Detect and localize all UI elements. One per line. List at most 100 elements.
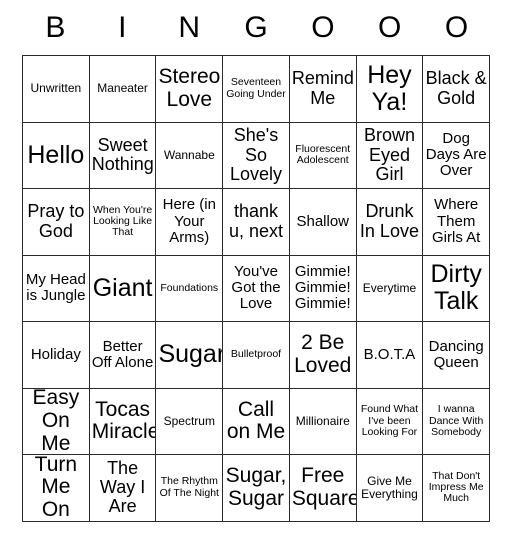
bingo-cell-r2-c6[interactable]: Where Them Girls At bbox=[423, 189, 491, 256]
bingo-cell-r2-c4[interactable]: Shallow bbox=[289, 189, 357, 256]
bingo-cell-r4-c0[interactable]: Holiday bbox=[23, 322, 90, 389]
bingo-cell-label: Spectrum bbox=[163, 413, 215, 428]
bingo-cell-r6-c1[interactable]: The Way I Are bbox=[89, 455, 157, 522]
bingo-cell-r0-c1[interactable]: Maneater bbox=[89, 56, 157, 123]
bingo-cell-r3-c2[interactable]: Foundations bbox=[156, 255, 224, 322]
bingo-cell-label: Gimmie! Gimmie! Gimmie! bbox=[294, 262, 351, 313]
bingo-cell-label: Shallow bbox=[296, 212, 349, 230]
bingo-grid: Unwritten Maneater Stereo Love Seventeen Go… bbox=[22, 55, 491, 522]
bingo-row: Holiday Better Off Alone Sugar Bulletproof 2… bbox=[23, 322, 491, 389]
bingo-cell-label: Where Them Girls At bbox=[432, 196, 481, 246]
bingo-cell-label: Better Off Alone bbox=[91, 337, 154, 371]
bingo-cell-label: Fluorescent Adolescent bbox=[295, 142, 351, 167]
bingo-cell-r3-c6[interactable]: Dirty Talk bbox=[423, 255, 491, 322]
bingo-cell-r4-c3[interactable]: Bulletproof bbox=[223, 322, 290, 389]
bingo-cell-r1-c4[interactable]: Fluorescent Adolescent bbox=[289, 122, 357, 189]
bingo-header-letter-6: O bbox=[444, 10, 469, 44]
bingo-row: Pray to God When You're Looking Like That… bbox=[23, 189, 491, 256]
bingo-cell-r5-c1[interactable]: Tocas Miracle bbox=[89, 388, 157, 455]
bingo-cell-r5-c0[interactable]: Easy On Me bbox=[23, 388, 90, 455]
bingo-cell-label: Pray to God bbox=[27, 201, 85, 241]
bingo-cell-r3-c1[interactable]: Giant bbox=[89, 255, 157, 322]
bingo-cell-label: Sugar bbox=[158, 340, 224, 369]
bingo-card: B I N G O O O Unwritten Maneater Stereo Love Seve… bbox=[22, 0, 491, 522]
bingo-cell-r6-c5[interactable]: Give Me Everything bbox=[356, 455, 424, 522]
bingo-row: Turn Me On The Way I Are The Rhythm Of The… bbox=[23, 455, 491, 522]
bingo-cell-label: I wanna Dance With Somebody bbox=[429, 403, 484, 438]
bingo-cell-label: Dog Days Are Over bbox=[425, 129, 487, 180]
bingo-cell-label: Everytime bbox=[362, 280, 417, 295]
bingo-cell-label: That Don't Impress Me Much bbox=[428, 469, 484, 505]
bingo-cell-r1-c0[interactable]: Hello bbox=[23, 122, 90, 189]
bingo-header-letter-0: B bbox=[45, 10, 66, 44]
bingo-cell-r6-c4[interactable]: Free Square bbox=[289, 455, 357, 522]
bingo-cell-r3-c4[interactable]: Gimmie! Gimmie! Gimmie! bbox=[289, 255, 357, 322]
bingo-cell-r2-c1[interactable]: When You're Looking Like That bbox=[89, 189, 157, 256]
bingo-cell-r6-c0[interactable]: Turn Me On bbox=[23, 455, 90, 522]
bingo-cell-r0-c2[interactable]: Stereo Love bbox=[156, 56, 224, 123]
bingo-cell-r3-c0[interactable]: My Head is Jungle bbox=[23, 255, 90, 322]
bingo-cell-r0-c4[interactable]: Remind Me bbox=[289, 56, 357, 123]
bingo-cell-label: Call on Me bbox=[226, 397, 286, 444]
bingo-cell-r5-c6[interactable]: I wanna Dance With Somebody bbox=[423, 388, 491, 455]
bingo-cell-label: The Rhythm Of The Night bbox=[159, 475, 219, 499]
bingo-cell-r2-c5[interactable]: Drunk In Love bbox=[356, 189, 424, 256]
bingo-cell-label: Sweet Nothing bbox=[91, 134, 154, 175]
bingo-cell-r4-c1[interactable]: Better Off Alone bbox=[89, 322, 157, 389]
bingo-cell-r1-c1[interactable]: Sweet Nothing bbox=[89, 122, 157, 189]
bingo-cell-label: You've Got the Love bbox=[231, 262, 281, 313]
bingo-row: Unwritten Maneater Stereo Love Seventeen Go… bbox=[23, 56, 491, 123]
bingo-cell-r1-c2[interactable]: Wannabe bbox=[156, 122, 224, 189]
bingo-cell-r3-c5[interactable]: Everytime bbox=[356, 255, 424, 322]
bingo-cell-r1-c5[interactable]: Brown Eyed Girl bbox=[356, 122, 424, 189]
bingo-cell-label: Stereo Love bbox=[158, 65, 221, 111]
bingo-cell-label: Found What I've been Looking For bbox=[360, 403, 419, 438]
bingo-row: Hello Sweet Nothing Wannabe She's So Lovely… bbox=[23, 122, 491, 189]
bingo-row: Easy On Me Tocas Miracle Spectrum Call on M… bbox=[23, 388, 491, 455]
bingo-cell-label: Seventeen Going Under bbox=[226, 76, 286, 100]
bingo-cell-label: Tocas Miracle bbox=[91, 397, 157, 444]
bingo-cell-r6-c6[interactable]: That Don't Impress Me Much bbox=[423, 455, 491, 522]
bingo-cell-label: Turn Me On bbox=[34, 455, 78, 522]
bingo-cell-label: When You're Looking Like That bbox=[92, 203, 153, 239]
bingo-cell-r5-c5[interactable]: Found What I've been Looking For bbox=[356, 388, 424, 455]
bingo-cell-r0-c5[interactable]: Hey Ya! bbox=[356, 56, 424, 123]
bingo-cell-r5-c3[interactable]: Call on Me bbox=[223, 388, 290, 455]
bingo-header-row: BINGOOO bbox=[22, 0, 490, 55]
bingo-cell-label: B.O.T.A bbox=[363, 345, 416, 363]
bingo-cell-label: Sugar, Sugar bbox=[225, 464, 287, 510]
bingo-cell-label: My Head is Jungle bbox=[25, 271, 86, 305]
bingo-cell-r4-c2[interactable]: Sugar bbox=[156, 322, 224, 389]
bingo-cell-r5-c2[interactable]: Spectrum bbox=[156, 388, 224, 455]
bingo-header-letter-2: N bbox=[178, 10, 200, 44]
bingo-cell-label: Bulletproof bbox=[230, 348, 282, 361]
bingo-cell-r2-c3[interactable]: thank u, next bbox=[223, 189, 290, 256]
bingo-cell-label: Remind Me bbox=[291, 68, 354, 108]
bingo-cell-r6-c2[interactable]: The Rhythm Of The Night bbox=[156, 455, 224, 522]
bingo-cell-r0-c3[interactable]: Seventeen Going Under bbox=[223, 56, 290, 123]
bingo-cell-r3-c3[interactable]: You've Got the Love bbox=[223, 255, 290, 322]
bingo-cell-label: Easy On Me bbox=[32, 388, 80, 455]
bingo-cell-r4-c5[interactable]: B.O.T.A bbox=[356, 322, 424, 389]
bingo-cell-r1-c6[interactable]: Dog Days Are Over bbox=[423, 122, 491, 189]
bingo-cell-label: 2 Be Loved bbox=[294, 331, 352, 377]
bingo-cell-r1-c3[interactable]: She's So Lovely bbox=[223, 122, 290, 189]
bingo-cell-label: Millionaire bbox=[295, 413, 350, 428]
bingo-cell-label: Give Me Everything bbox=[361, 473, 418, 501]
bingo-cell-label: thank u, next bbox=[228, 201, 284, 241]
bingo-header-letter-5: O bbox=[378, 10, 402, 44]
bingo-cell-r2-c0[interactable]: Pray to God bbox=[23, 189, 90, 256]
bingo-cell-r4-c4[interactable]: 2 Be Loved bbox=[289, 322, 357, 389]
bingo-cell-r0-c6[interactable]: Black & Gold bbox=[423, 56, 491, 123]
bingo-cell-r4-c6[interactable]: Dancing Queen bbox=[423, 322, 491, 389]
bingo-cell-r2-c2[interactable]: Here (in Your Arms) bbox=[156, 189, 224, 256]
bingo-cell-label: Hello bbox=[27, 140, 85, 169]
bingo-cell-label: Holiday bbox=[30, 345, 81, 363]
bingo-cell-label: Hey Ya! bbox=[367, 60, 412, 116]
bingo-cell-r6-c3[interactable]: Sugar, Sugar bbox=[223, 455, 290, 522]
bingo-cell-r5-c4[interactable]: Millionaire bbox=[289, 388, 357, 455]
bingo-cell-label: Black & Gold bbox=[425, 68, 487, 108]
bingo-cell-label: Maneater bbox=[97, 81, 148, 96]
bingo-cell-label: Drunk In Love bbox=[359, 201, 419, 241]
bingo-cell-r0-c0[interactable]: Unwritten bbox=[23, 56, 90, 123]
